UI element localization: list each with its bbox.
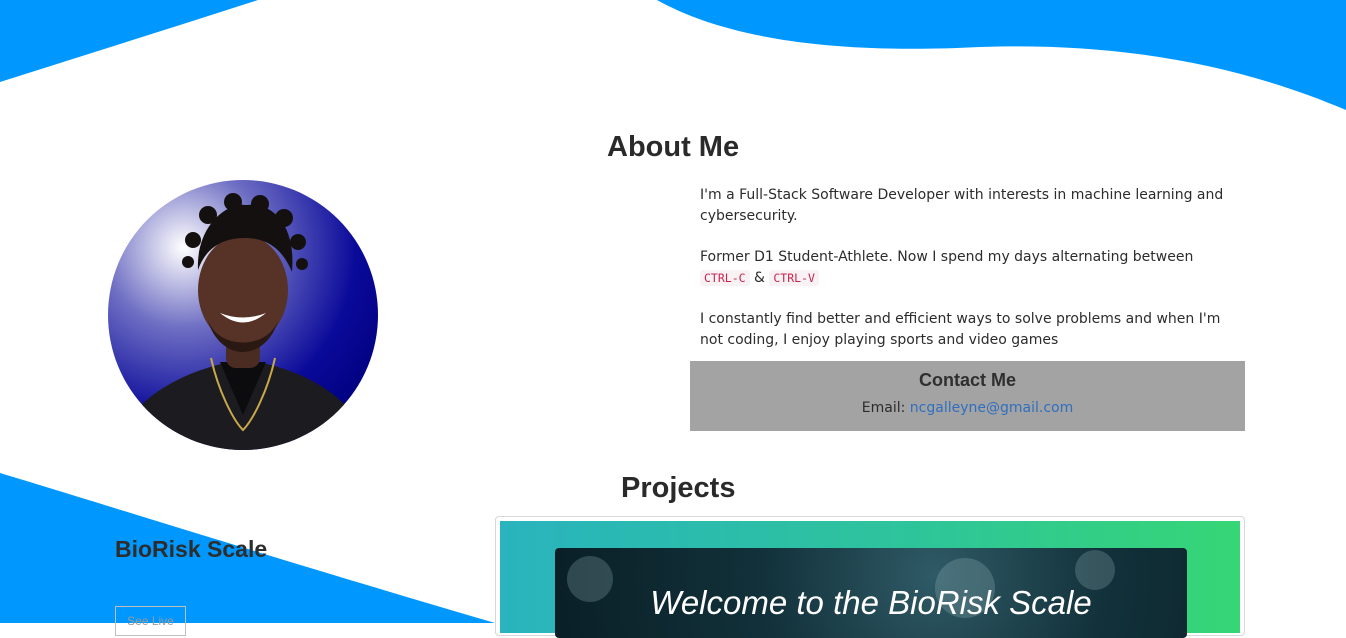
contact-title: Contact Me [918,370,1016,390]
see-live-button[interactable]: See Live [115,606,186,636]
project-card-biorisk[interactable]: Welcome to the BioRisk Scale [495,516,1245,638]
projects-title: Projects [621,472,736,504]
about-paragraph-2: Former D1 Student-Athlete. Now I spend m… [700,247,1230,289]
email-label: Email: [861,400,906,416]
project-screenshot-screen: Welcome to the BioRisk Scale [555,548,1187,638]
ctrl-c-code: CTRL-C [700,270,750,286]
ctrl-v-code: CTRL-V [769,270,819,286]
about-paragraph-3: I constantly find better and efficient w… [700,311,1221,348]
about-paragraph-1: I'm a Full-Stack Software Developer with… [700,187,1224,224]
about-title: About Me [607,131,740,163]
contact-section: Contact Me Email: ncgalleyne@gmail.com [690,361,1245,431]
top-left-wave [0,0,258,82]
about-description: I'm a Full-Stack Software Developer with… [700,185,1230,371]
project-title-biorisk: BioRisk Scale [115,536,268,562]
email-link[interactable]: ncgalleyne@gmail.com [910,400,1073,416]
ampersand-text: & [754,270,765,286]
project-screenshot: Welcome to the BioRisk Scale [500,521,1240,638]
profile-avatar [108,180,378,450]
contact-email-line: Email: ncgalleyne@gmail.com [690,400,1245,416]
top-right-wave [657,0,1346,110]
about-paragraph-2-text: Former D1 Student-Athlete. Now I spend m… [700,249,1194,265]
project-screenshot-headline: Welcome to the BioRisk Scale [650,584,1092,621]
